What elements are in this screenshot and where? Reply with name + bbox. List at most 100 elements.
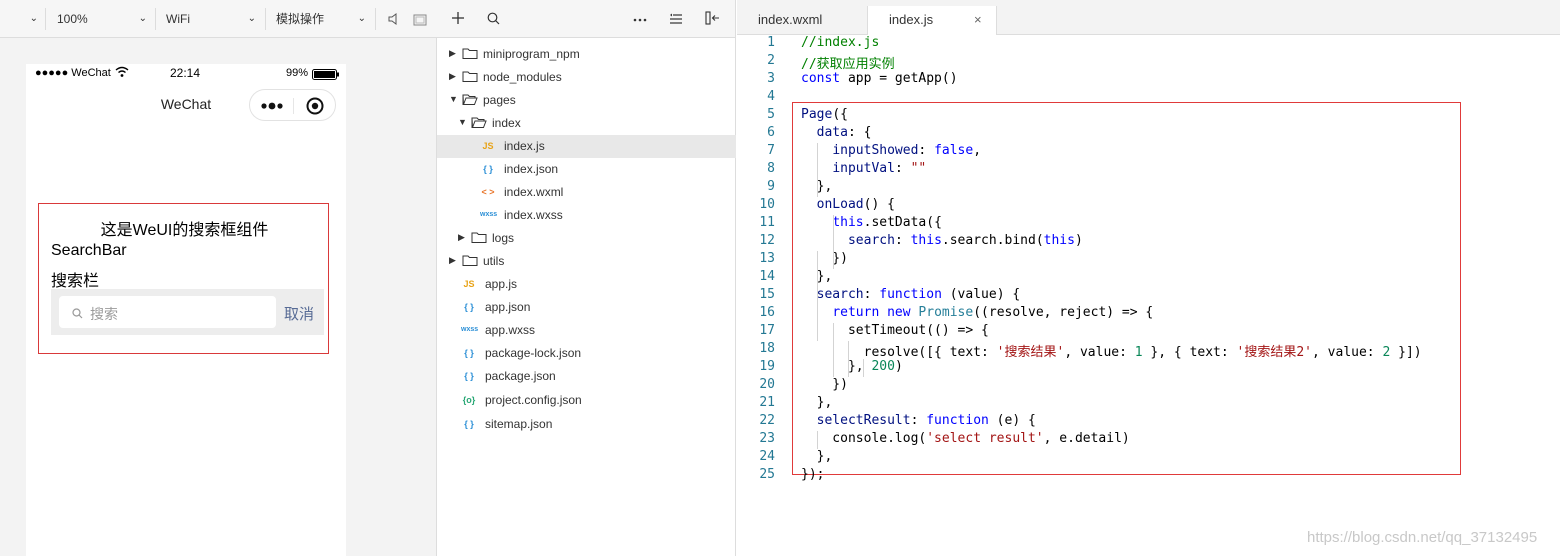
code-line: });	[801, 467, 825, 482]
line-number: 4	[767, 89, 775, 104]
signal-label: ●●●●● WeChat	[35, 67, 111, 79]
volume-icon[interactable]	[388, 12, 400, 31]
sidebar-toggle-icon[interactable]	[705, 11, 721, 30]
search-input[interactable]: 搜索	[59, 296, 276, 328]
tree-item-pages[interactable]: ▼ pages	[437, 89, 736, 112]
divider	[45, 8, 46, 30]
editor-tabs: index.wxml index.js ×	[737, 0, 1560, 35]
search-placeholder: 搜索	[90, 306, 118, 322]
searchbar: 搜索 取消	[51, 289, 324, 335]
wxml-file-icon: < >	[481, 187, 495, 197]
tree-item-index-json[interactable]: { } index.json	[437, 158, 736, 181]
code-editor[interactable]: https://blog.csdn.net/qq_37132495 1 //ind…	[737, 35, 1560, 556]
tree-item-project-config-json[interactable]: {o} project.config.json	[437, 389, 736, 412]
tree-item-label: utils	[483, 254, 505, 268]
tree-item-label: app.json	[485, 300, 531, 314]
tree-item-utils[interactable]: ▶ utils	[437, 250, 736, 273]
js-file-icon: JS	[482, 141, 494, 151]
navigation-bar: WeChat	[26, 84, 346, 126]
capsule-divider	[293, 98, 294, 114]
tab-index-js[interactable]: index.js ×	[867, 6, 997, 35]
close-icon[interactable]: ×	[974, 6, 982, 34]
tree-item-index-wxss[interactable]: wxss index.wxss	[437, 204, 736, 227]
chevron-down-icon[interactable]: ▼	[449, 94, 458, 104]
chevron-down-icon: ⌄	[29, 13, 38, 24]
cancel-button[interactable]: 取消	[284, 303, 314, 324]
line-number: 19	[759, 359, 775, 374]
line-number: 17	[759, 323, 775, 338]
code-line: setTimeout(() => {	[801, 323, 989, 338]
search-icon[interactable]	[487, 12, 500, 30]
line-number: 1	[767, 35, 775, 50]
tab-index-wxml[interactable]: index.wxml	[737, 6, 867, 35]
chevron-down-icon[interactable]: ▼	[458, 117, 467, 127]
tree-item-label: package-lock.json	[485, 346, 582, 360]
folder-icon	[462, 254, 478, 268]
config-file-icon: {o}	[462, 395, 476, 405]
tree-item-miniprogram-npm[interactable]: ▶ miniprogram_npm	[437, 43, 736, 66]
simulate-action-dropdown[interactable]: 模拟操作 ⌄	[276, 6, 366, 32]
code-line: return new Promise((resolve, reject) => …	[832, 305, 1154, 320]
tree-item-package-json[interactable]: { } package.json	[437, 365, 736, 388]
add-icon[interactable]	[451, 11, 465, 30]
code-line: console.log('select result', e.detail)	[801, 431, 1130, 446]
indent-guide	[848, 341, 849, 377]
simulator-toolbar: ⌄ 100% ⌄ WiFi ⌄ 模拟操作 ⌄	[0, 0, 437, 38]
battery-icon	[312, 69, 340, 83]
folder-open-icon	[462, 93, 478, 107]
tree-item-package-lock-json[interactable]: { } package-lock.json	[437, 342, 736, 365]
chevron-right-icon[interactable]: ▶	[449, 48, 456, 59]
zoom-dropdown[interactable]: 100% ⌄	[57, 6, 147, 32]
code-line: }, 200)	[801, 359, 903, 374]
more-icon[interactable]	[633, 13, 647, 31]
tree-item-label: logs	[492, 231, 515, 245]
close-miniprogram-icon[interactable]	[305, 96, 325, 121]
collapse-icon[interactable]	[669, 12, 683, 31]
tree-item-index-wxml[interactable]: < > index.wxml	[437, 181, 736, 204]
tree-item-index[interactable]: ▼ index	[437, 112, 736, 135]
wxss-file-icon: wxss	[461, 326, 479, 333]
tree-item-logs[interactable]: ▶ logs	[437, 227, 736, 250]
line-number: 15	[759, 287, 775, 302]
window-icon[interactable]	[413, 13, 427, 31]
chevron-right-icon[interactable]: ▶	[458, 232, 465, 243]
tree-item-node-modules[interactable]: ▶ node_modules	[437, 66, 736, 89]
folder-open-icon	[471, 116, 487, 130]
tree-item-app-wxss[interactable]: wxss app.wxss	[437, 319, 736, 342]
line-number: 20	[759, 377, 775, 392]
tree-item-label: project.config.json	[485, 393, 582, 407]
tree-item-label: index	[492, 116, 521, 130]
line-number: 16	[759, 305, 775, 320]
device-dropdown[interactable]: ⌄	[8, 6, 40, 32]
json-file-icon: { }	[464, 348, 474, 358]
tree-item-app-js[interactable]: JS app.js	[437, 273, 736, 296]
indent-guide	[817, 143, 818, 197]
chevron-right-icon[interactable]: ▶	[449, 71, 456, 82]
line-number: 10	[759, 197, 775, 212]
code-line: })	[801, 377, 848, 392]
battery-percent: 99%	[286, 67, 309, 79]
tree-item-app-json[interactable]: { } app.json	[437, 296, 736, 319]
tree-item-sitemap-json[interactable]: { } sitemap.json	[437, 413, 736, 436]
tree-item-label: index.wxss	[504, 208, 563, 222]
status-time: 22:14	[170, 66, 201, 80]
tree-item-label: node_modules	[483, 70, 562, 84]
network-dropdown[interactable]: WiFi ⌄	[166, 6, 256, 32]
tree-item-label: miniprogram_npm	[483, 47, 580, 61]
code-line: search: this.search.bind(this)	[847, 233, 1083, 248]
line-number: 12	[759, 233, 775, 248]
more-icon[interactable]	[260, 99, 284, 117]
status-bar: ●●●●● WeChat 22:14 99%	[26, 64, 346, 84]
tree-item-index-js[interactable]: JS index.js	[437, 135, 736, 158]
chevron-right-icon[interactable]: ▶	[449, 255, 456, 266]
tree-item-label: index.js	[504, 139, 545, 153]
line-number: 8	[767, 161, 775, 176]
line-number: 25	[759, 467, 775, 482]
simulator-panel: ●●●●● WeChat 22:14 99% WeChat 这是WeUI的搜索框…	[0, 38, 437, 556]
line-number: 2	[767, 53, 775, 68]
divider	[265, 8, 266, 30]
explorer-toolbar	[437, 0, 736, 38]
chevron-down-icon: ⌄	[138, 13, 147, 24]
demo-subtitle: 搜索栏	[51, 273, 100, 290]
code-line: //获取应用实例	[801, 57, 895, 72]
